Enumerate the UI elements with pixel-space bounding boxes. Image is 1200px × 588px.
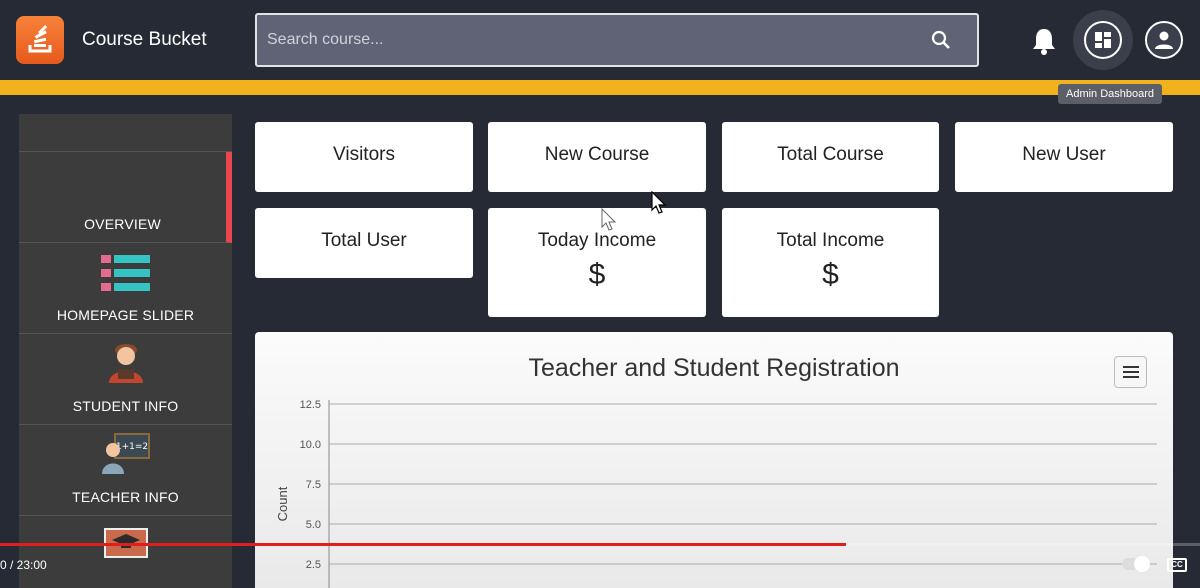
card-title: Total User <box>321 230 407 251</box>
sidebar-item-label: TEACHER INFO <box>72 489 179 505</box>
card-title: New User <box>1022 144 1106 165</box>
sidebar-item-label: HOMEPAGE SLIDER <box>56 307 195 323</box>
sidebar-item-student-info[interactable]: STUDENT INFO <box>19 334 232 425</box>
cursor-icon <box>651 191 667 214</box>
brand-name[interactable]: Course Bucket <box>82 29 207 51</box>
admin-dashboard-button[interactable] <box>1073 10 1133 70</box>
teacher-icon: 1+1=2 <box>101 432 151 481</box>
slider-list-icon <box>100 254 151 299</box>
sidebar-item-overview[interactable]: OVERVIEW <box>19 152 232 243</box>
card-title: Today Income <box>537 230 657 251</box>
accent-bar <box>0 80 1200 95</box>
y-tick-label: 2.5 <box>306 559 321 571</box>
total-user-card[interactable]: Total User <box>255 208 473 278</box>
total-income-card[interactable]: Total Income $ <box>722 208 939 317</box>
sidebar-item-teacher-info[interactable]: 1+1=2 TEACHER INFO <box>19 425 232 516</box>
notification-bell-icon[interactable] <box>1030 26 1058 61</box>
sidebar-item-label: STUDENT INFO <box>72 398 179 414</box>
video-time: 0 / 23:00 <box>0 558 47 572</box>
registration-chart: Teacher and Student Registration 12.5 10.… <box>255 332 1173 588</box>
student-icon <box>103 339 149 390</box>
new-user-card[interactable]: New User <box>955 122 1173 192</box>
chart-plot-area: 12.5 10.0 7.5 5.0 2.5 Count <box>275 399 1157 588</box>
user-avatar[interactable] <box>1145 21 1183 59</box>
today-income-card[interactable]: Today Income $ <box>488 208 706 317</box>
search-input[interactable] <box>267 15 907 65</box>
card-title: Visitors <box>333 144 395 165</box>
card-title: New Course <box>544 144 650 165</box>
card-value: $ <box>588 258 606 291</box>
user-icon <box>1155 31 1173 49</box>
sidebar-item-label: OVERVIEW <box>84 216 161 232</box>
autoplay-toggle[interactable] <box>1122 556 1150 572</box>
sidebar: OVERVIEW HOMEPAGE SLIDER STUDENT INFO 1+… <box>19 114 232 588</box>
card-title: Total Income <box>776 230 885 251</box>
ghost-cursor-icon <box>601 208 617 231</box>
y-tick-label: 7.5 <box>306 479 321 491</box>
sidebar-item-homepage-slider[interactable]: HOMEPAGE SLIDER <box>19 243 232 334</box>
sidebar-header <box>19 114 232 152</box>
course-bucket-logo[interactable] <box>16 16 64 64</box>
closed-captions-button[interactable]: CC <box>1167 558 1187 572</box>
y-tick-label: 12.5 <box>300 399 321 411</box>
dashboard-icon <box>1095 32 1111 48</box>
top-bar: Course Bucket <box>0 0 1200 80</box>
svg-text:1+1=2: 1+1=2 <box>115 442 147 452</box>
y-axis-label: Count <box>275 486 290 521</box>
search-icon[interactable] <box>931 30 951 55</box>
search-bar[interactable] <box>255 13 979 67</box>
new-course-card[interactable]: New Course <box>488 122 706 192</box>
total-course-card[interactable]: Total Course <box>722 122 939 192</box>
y-tick-label: 10.0 <box>300 439 321 451</box>
admin-dashboard-tooltip: Admin Dashboard <box>1058 84 1163 104</box>
stack-icon <box>28 25 52 53</box>
sidebar-item-courses[interactable] <box>19 516 232 588</box>
visitors-card[interactable]: Visitors <box>255 122 473 192</box>
card-value: $ <box>822 258 839 291</box>
video-progress-fill[interactable] <box>0 543 846 546</box>
card-title: Total Course <box>777 144 884 165</box>
y-tick-label: 5.0 <box>306 519 321 531</box>
